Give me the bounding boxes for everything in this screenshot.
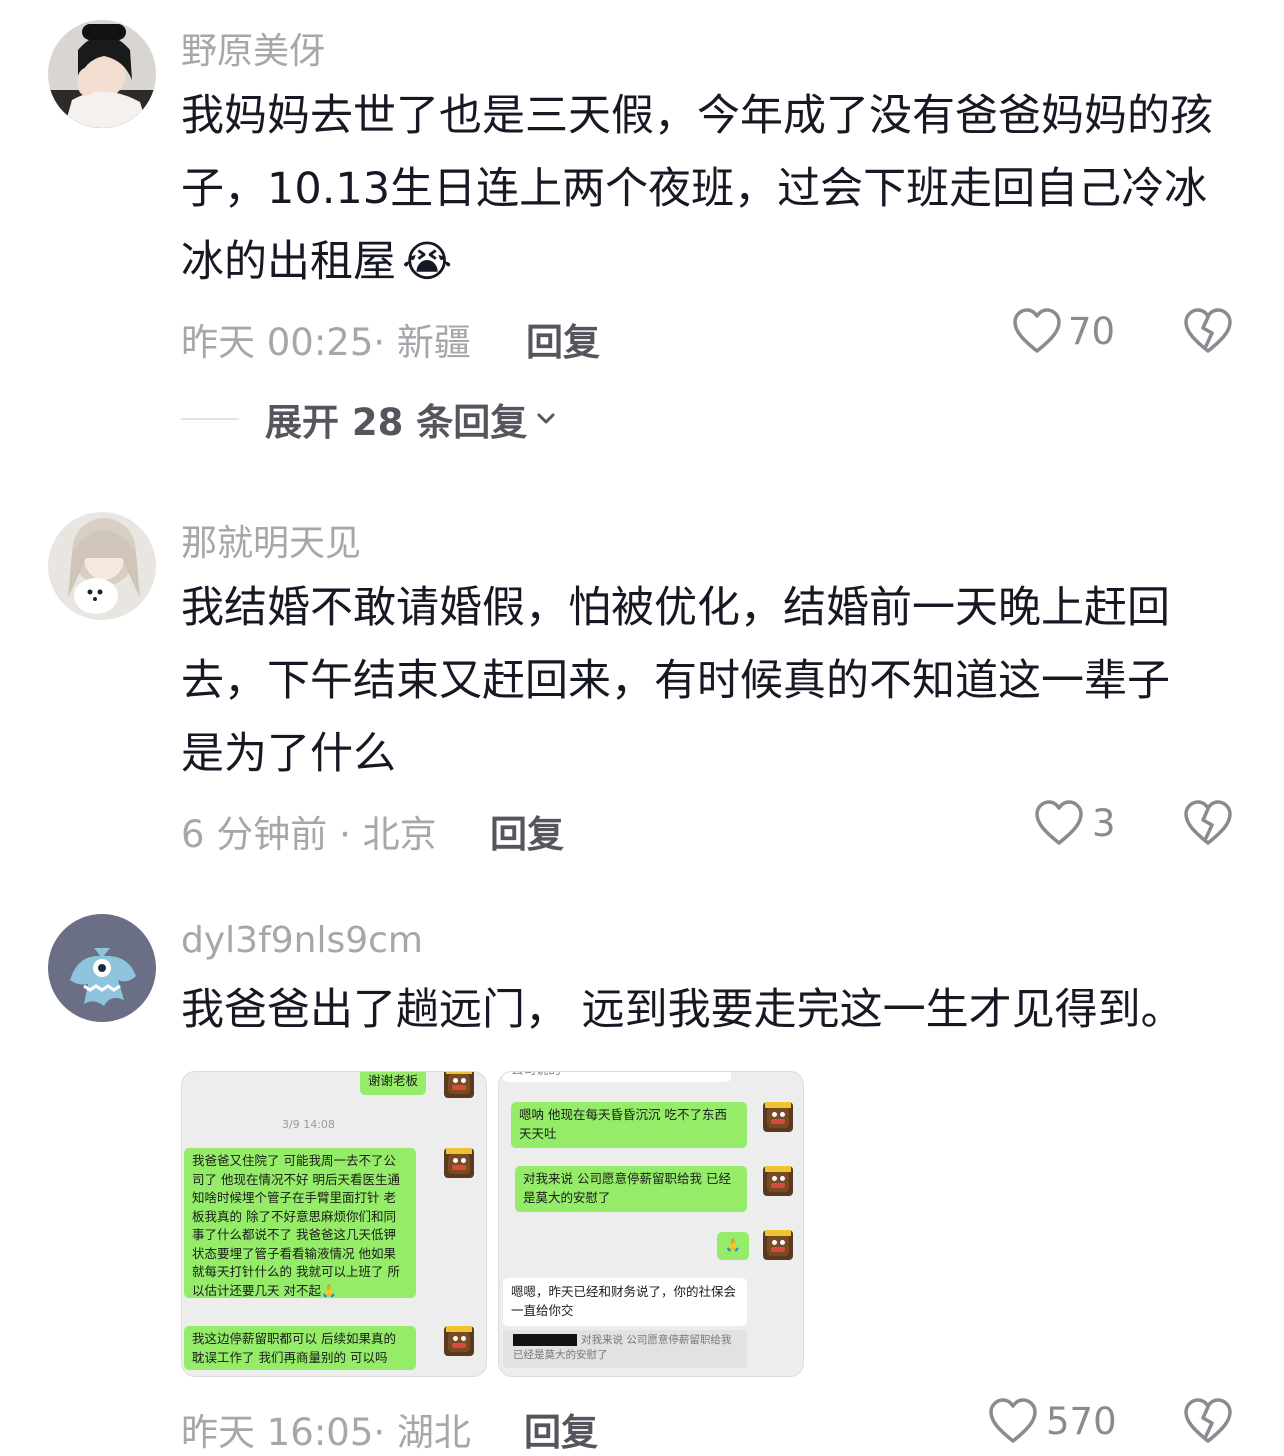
heart-icon (989, 1398, 1037, 1443)
like-button[interactable]: 570 (988, 1398, 1117, 1444)
avatar[interactable] (48, 512, 156, 620)
reply-button[interactable]: 回复 (526, 312, 600, 366)
heart-icon (1035, 800, 1083, 845)
comment-text-line: 去，下午结束又赶回来，有时候真的不知道这一辈子 (181, 656, 1170, 706)
chevron-down-icon (537, 413, 555, 424)
crying-emoji-icon: 😭 (402, 237, 453, 287)
attached-image-2[interactable]: 公司说的 嗯呐 他现在每天昏昏沉沉 吃不了东西 天天吐 对我来说 公司愿意停薪留… (498, 1071, 804, 1377)
broken-heart-icon (1184, 1398, 1232, 1443)
broken-heart-icon (1184, 800, 1232, 845)
comment-meta: 昨天 00:25· 新疆 (181, 321, 471, 364)
divider-line (181, 418, 239, 420)
like-button[interactable]: 3 (1034, 800, 1116, 846)
chat-avatar-icon (444, 1072, 474, 1098)
chat-avatar-icon (444, 1326, 474, 1356)
chat-bubble: 我这边停薪留职都可以 后续如果真的耽误工作了 我们再商量别的 可以吗 (184, 1326, 416, 1370)
username[interactable]: dyl3f9nls9cm (181, 920, 423, 961)
like-count: 3 (1092, 801, 1116, 845)
reply-button[interactable]: 回复 (524, 1402, 598, 1456)
attached-image-1[interactable]: 谢谢老板 3/9 14:08 我爸爸又住院了 可能我周一去不了公司了 他现在情况… (181, 1071, 487, 1377)
chat-bubble: 嗯呐 他现在每天昏昏沉沉 吃不了东西 天天吐 (511, 1102, 747, 1148)
dislike-button[interactable] (1184, 800, 1232, 850)
chat-bubble: 对我来说 公司愿意停薪留职给我 已经是莫大的安慰了 (515, 1166, 747, 1212)
expand-replies-button[interactable]: 展开 28 条回复 (181, 392, 559, 446)
comment-text-body: 我妈妈去世了也是三天假，今年成了没有爸爸妈妈的孩子，10.13生日连上两个夜班，… (181, 91, 1213, 287)
heart-icon (1013, 308, 1061, 353)
chat-quote-text: 对我来说 公司愿意停薪留职给我 已经是莫大的安慰了 (513, 1334, 732, 1361)
expand-replies-label: 展开 28 条回复 (265, 401, 528, 444)
like-count: 70 (1068, 309, 1116, 353)
chat-avatar-icon (763, 1230, 793, 1260)
chat-bubble: 🙏 (717, 1232, 749, 1260)
avatar-photo-icon (48, 512, 156, 620)
broken-heart-icon (1184, 308, 1232, 353)
chat-avatar-icon (763, 1102, 793, 1132)
avatar-photo-icon (48, 20, 156, 128)
chat-bubble-cut: 公司说的 (503, 1072, 731, 1082)
chat-bubble: 谢谢老板 (360, 1072, 427, 1095)
like-button[interactable]: 70 (1012, 308, 1115, 354)
comment-meta: 昨天 16:05· 湖北 (181, 1411, 471, 1454)
comment-text: 我爸爸出了趟远门， 远到我要走完这一生才见得到。 (181, 985, 1184, 1035)
username[interactable]: 野原美伢 (181, 22, 325, 74)
avatar[interactable] (48, 914, 156, 1022)
chat-timestamp: 3/9 14:08 (282, 1118, 335, 1131)
chat-bubble-reply: 嗯嗯，昨天已经和财务说了，你的社保会一直给你交 (503, 1278, 747, 1326)
comment-text-line: 是为了什么 (181, 729, 396, 779)
avatar-photo-icon (48, 914, 156, 1022)
dislike-button[interactable] (1184, 1398, 1232, 1448)
username[interactable]: 那就明天见 (181, 514, 361, 566)
chat-bubble: 我爸爸又住院了 可能我周一去不了公司了 他现在情况不好 明后天看医生通知啥时候埋… (184, 1148, 416, 1298)
avatar[interactable] (48, 20, 156, 128)
chat-avatar-icon (444, 1148, 474, 1178)
comment-text: 我结婚不敢请婚假，怕被优化，结婚前一天晚上赶回 去，下午结束又赶回来，有时候真的… (181, 572, 1241, 791)
comment-text: 我妈妈去世了也是三天假，今年成了没有爸爸妈妈的孩子，10.13生日连上两个夜班，… (181, 80, 1241, 299)
like-count: 570 (1046, 1399, 1117, 1443)
comment-meta: 6 分钟前 · 北京 (181, 813, 437, 856)
reply-button[interactable]: 回复 (490, 804, 564, 858)
comment-text-line: 我结婚不敢请婚假，怕被优化，结婚前一天晚上赶回 (181, 583, 1170, 633)
chat-quote: 对我来说 公司愿意停薪留职给我 已经是莫大的安慰了 (503, 1330, 747, 1368)
dislike-button[interactable] (1184, 308, 1232, 358)
chat-avatar-icon (763, 1166, 793, 1196)
